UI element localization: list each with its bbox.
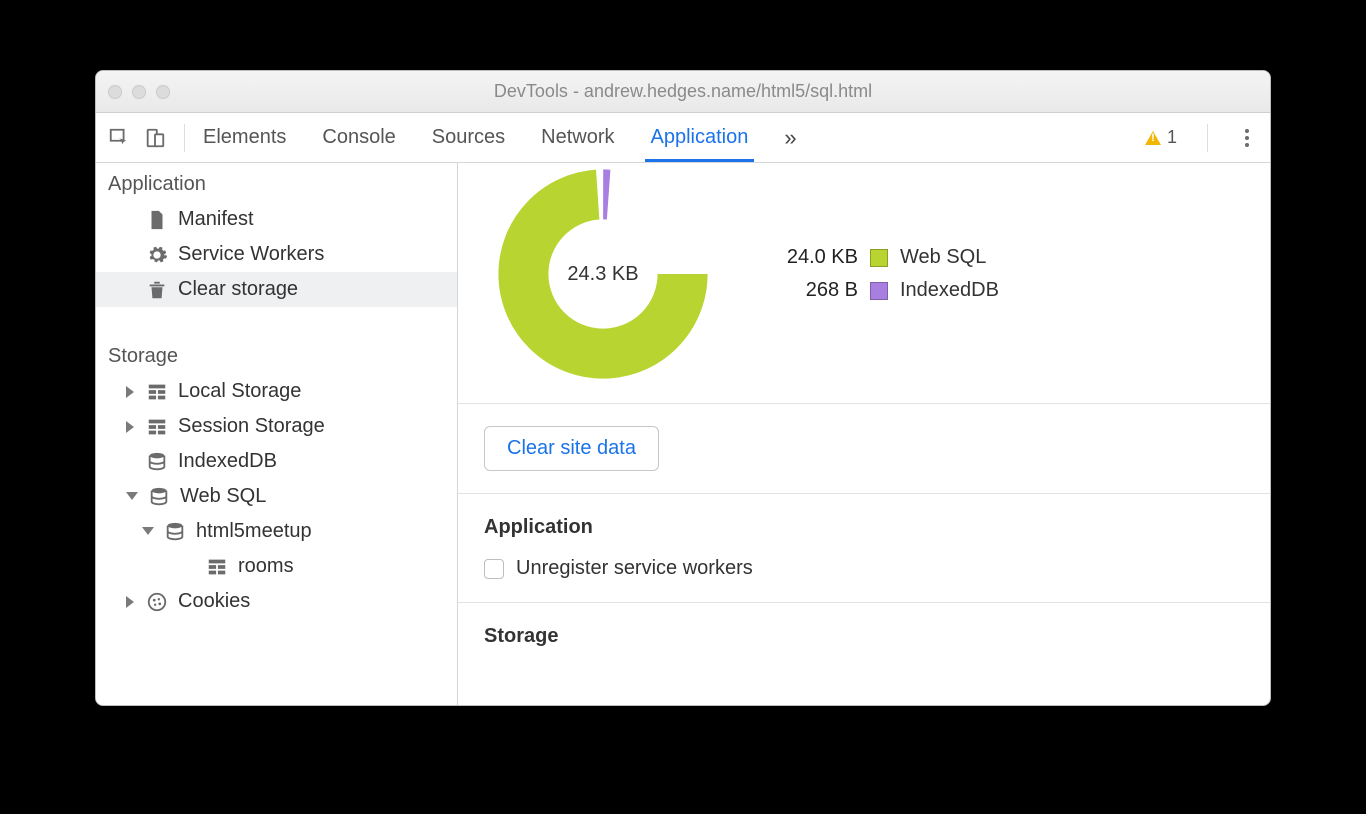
trash-icon bbox=[146, 279, 168, 301]
checkbox-icon[interactable] bbox=[484, 559, 504, 579]
close-window-icon[interactable] bbox=[108, 85, 122, 99]
database-icon bbox=[148, 486, 170, 508]
donut-center-label: 24.3 KB bbox=[553, 224, 653, 324]
table-icon bbox=[146, 416, 168, 438]
sidebar-item-label: Local Storage bbox=[178, 380, 301, 403]
legend-value: 268 B bbox=[768, 279, 858, 302]
legend-row-web-sql: 24.0 KB Web SQL bbox=[768, 246, 999, 269]
legend-swatch bbox=[870, 249, 888, 267]
clear-storage-panel: 24.3 KB 24.0 KB Web SQL 268 B IndexedDB bbox=[458, 163, 1270, 705]
storage-legend: 24.0 KB Web SQL 268 B IndexedDB bbox=[768, 246, 999, 302]
database-icon bbox=[146, 451, 168, 473]
checkbox-row-unregister-sw[interactable]: Unregister service workers bbox=[484, 557, 1244, 580]
device-toggle-icon[interactable] bbox=[144, 127, 166, 149]
clear-site-data-button[interactable]: Clear site data bbox=[484, 426, 659, 471]
storage-usage-donut: 24.3 KB bbox=[498, 169, 708, 379]
sidebar-item-web-sql-db[interactable]: html5meetup bbox=[96, 514, 457, 549]
inspect-element-icon[interactable] bbox=[108, 127, 130, 149]
toolbar-separator bbox=[1207, 124, 1208, 152]
sidebar-item-label: Clear storage bbox=[178, 278, 298, 301]
sidebar-section-storage: Storage bbox=[96, 335, 457, 374]
warning-icon bbox=[1145, 131, 1161, 145]
sidebar-item-web-sql-table[interactable]: rooms bbox=[96, 549, 457, 584]
application-sidebar: Application Manifest Service Workers bbox=[96, 163, 458, 705]
sidebar-item-indexeddb[interactable]: IndexedDB bbox=[96, 444, 457, 479]
sidebar-item-web-sql[interactable]: Web SQL bbox=[96, 479, 457, 514]
document-icon bbox=[146, 209, 168, 231]
tabs-overflow[interactable]: » bbox=[784, 113, 790, 162]
legend-value: 24.0 KB bbox=[768, 246, 858, 269]
sidebar-section-application: Application bbox=[96, 163, 457, 202]
tab-elements[interactable]: Elements bbox=[203, 113, 286, 162]
sidebar-item-label: Service Workers bbox=[178, 243, 324, 266]
sidebar-item-cookies[interactable]: Cookies bbox=[96, 584, 457, 619]
sidebar-item-label: IndexedDB bbox=[178, 450, 277, 473]
devtools-toolbar: Elements Console Sources Network Applica… bbox=[96, 113, 1270, 163]
table-icon bbox=[146, 381, 168, 403]
sidebar-item-session-storage[interactable]: Session Storage bbox=[96, 409, 457, 444]
tab-console[interactable]: Console bbox=[322, 113, 395, 162]
settings-menu-button[interactable] bbox=[1238, 129, 1256, 147]
sidebar-item-manifest[interactable]: Manifest bbox=[96, 202, 457, 237]
gear-icon bbox=[146, 244, 168, 266]
chevron-right-icon bbox=[126, 386, 136, 398]
minimize-window-icon[interactable] bbox=[132, 85, 146, 99]
chevron-right-icon bbox=[126, 596, 136, 608]
sidebar-item-service-workers[interactable]: Service Workers bbox=[96, 237, 457, 272]
zoom-window-icon[interactable] bbox=[156, 85, 170, 99]
section-heading-application: Application bbox=[484, 516, 1244, 539]
legend-label: Web SQL bbox=[900, 246, 986, 269]
window-title: DevTools - andrew.hedges.name/html5/sql.… bbox=[96, 81, 1270, 102]
sidebar-item-label: Session Storage bbox=[178, 415, 325, 438]
sidebar-item-label: Web SQL bbox=[180, 485, 266, 508]
tab-sources[interactable]: Sources bbox=[432, 113, 505, 162]
sidebar-item-clear-storage[interactable]: Clear storage bbox=[96, 272, 457, 307]
sidebar-item-label: html5meetup bbox=[196, 520, 312, 543]
table-icon bbox=[206, 556, 228, 578]
section-heading-storage: Storage bbox=[484, 625, 1244, 648]
sidebar-item-label: rooms bbox=[238, 555, 294, 578]
checkbox-label: Unregister service workers bbox=[516, 557, 753, 580]
chevron-down-icon bbox=[126, 492, 138, 502]
legend-label: IndexedDB bbox=[900, 279, 999, 302]
legend-row-indexeddb: 268 B IndexedDB bbox=[768, 279, 999, 302]
warning-count: 1 bbox=[1167, 127, 1177, 148]
devtools-tabs: Elements Console Sources Network Applica… bbox=[195, 113, 791, 162]
tab-application[interactable]: Application bbox=[651, 113, 749, 162]
warnings-indicator[interactable]: 1 bbox=[1145, 127, 1177, 148]
traffic-lights bbox=[108, 85, 170, 99]
cookie-icon bbox=[146, 591, 168, 613]
database-icon bbox=[164, 521, 186, 543]
sidebar-item-local-storage[interactable]: Local Storage bbox=[96, 374, 457, 409]
chevron-down-icon bbox=[142, 527, 154, 537]
devtools-window: DevTools - andrew.hedges.name/html5/sql.… bbox=[95, 70, 1271, 706]
tab-network[interactable]: Network bbox=[541, 113, 614, 162]
toolbar-separator bbox=[184, 124, 185, 152]
sidebar-item-label: Cookies bbox=[178, 590, 250, 613]
window-titlebar: DevTools - andrew.hedges.name/html5/sql.… bbox=[96, 71, 1270, 113]
chevrons-right-icon: » bbox=[784, 125, 790, 151]
sidebar-item-label: Manifest bbox=[178, 208, 254, 231]
chevron-right-icon bbox=[126, 421, 136, 433]
legend-swatch bbox=[870, 282, 888, 300]
